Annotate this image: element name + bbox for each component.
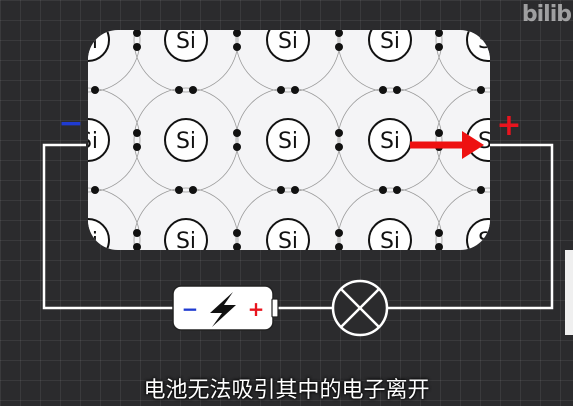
electron bbox=[379, 86, 387, 94]
electron bbox=[91, 186, 99, 194]
electron bbox=[291, 186, 299, 194]
negative-terminal: − bbox=[58, 106, 83, 141]
electron bbox=[435, 30, 443, 37]
electron bbox=[133, 30, 141, 37]
electron bbox=[277, 186, 285, 194]
electron bbox=[233, 243, 241, 250]
electron bbox=[291, 86, 299, 94]
circuit-scene: Si Si Si Si SiSi Si Si Si SiSi Si Si Si Si − + − + bbox=[42, 29, 554, 337]
electron bbox=[477, 186, 485, 194]
electron bbox=[335, 229, 343, 237]
atom-label: Si bbox=[478, 129, 498, 154]
silicon-atom: Si bbox=[164, 218, 208, 254]
electron bbox=[233, 43, 241, 51]
electron bbox=[335, 30, 343, 37]
subtitle: 电池无法吸引其中的电子离开 bbox=[143, 378, 430, 403]
electron bbox=[133, 243, 141, 250]
silicon-atom: Si bbox=[466, 29, 498, 62]
electron bbox=[491, 86, 499, 94]
atom-label: Si bbox=[478, 229, 498, 254]
electron bbox=[435, 129, 443, 137]
electron bbox=[477, 86, 485, 94]
electron bbox=[435, 229, 443, 237]
silicon-atom: Si bbox=[78, 29, 110, 62]
silicon-atom: Si bbox=[164, 29, 208, 62]
watermark-logo: bilib bbox=[521, 2, 572, 27]
silicon-atom: Si bbox=[164, 118, 208, 162]
atom-label: Si bbox=[78, 29, 98, 54]
silicon-atom: Si bbox=[368, 218, 412, 254]
silicon-atom: Si bbox=[368, 118, 412, 162]
electron bbox=[335, 43, 343, 51]
electron bbox=[393, 186, 401, 194]
electron bbox=[233, 143, 241, 151]
electron bbox=[491, 186, 499, 194]
atom-label: Si bbox=[380, 229, 400, 254]
atom-label: Si bbox=[176, 229, 196, 254]
electron bbox=[379, 186, 387, 194]
electron bbox=[233, 229, 241, 237]
electron bbox=[175, 86, 183, 94]
atom-label: Si bbox=[176, 29, 196, 54]
lamp-icon bbox=[331, 279, 389, 337]
edge-panel bbox=[565, 250, 573, 335]
silicon-atom: Si bbox=[368, 29, 412, 62]
electron bbox=[133, 129, 141, 137]
electron bbox=[175, 186, 183, 194]
silicon-atom: Si bbox=[78, 218, 110, 254]
silicon-atom: Si bbox=[266, 29, 310, 62]
atom-label: Si bbox=[78, 229, 98, 254]
electron bbox=[435, 243, 443, 250]
atom-label: Si bbox=[380, 29, 400, 54]
atom-label: Si bbox=[278, 29, 298, 54]
electron bbox=[133, 229, 141, 237]
battery-negative-label: − bbox=[182, 297, 199, 321]
electron bbox=[189, 186, 197, 194]
atom-label: Si bbox=[278, 229, 298, 254]
silicon-atom: Si bbox=[266, 118, 310, 162]
electron bbox=[233, 129, 241, 137]
electron bbox=[189, 86, 197, 94]
electron bbox=[77, 186, 85, 194]
electron bbox=[335, 243, 343, 250]
silicon-atom: Si bbox=[266, 218, 310, 254]
electron bbox=[277, 86, 285, 94]
electron bbox=[233, 30, 241, 37]
electron bbox=[335, 143, 343, 151]
electron bbox=[91, 86, 99, 94]
electron bbox=[435, 43, 443, 51]
electron bbox=[393, 86, 401, 94]
atom-label: Si bbox=[278, 129, 298, 154]
positive-terminal: + bbox=[496, 108, 521, 143]
atom-label: Si bbox=[176, 129, 196, 154]
electron bbox=[133, 143, 141, 151]
electron bbox=[335, 129, 343, 137]
battery-positive-label: + bbox=[248, 297, 265, 321]
atom-label: Si bbox=[478, 29, 498, 54]
battery: − + bbox=[172, 285, 279, 331]
atom-label: Si bbox=[380, 129, 400, 154]
electron bbox=[133, 43, 141, 51]
silicon-atom: Si bbox=[466, 218, 498, 254]
electron bbox=[77, 86, 85, 94]
